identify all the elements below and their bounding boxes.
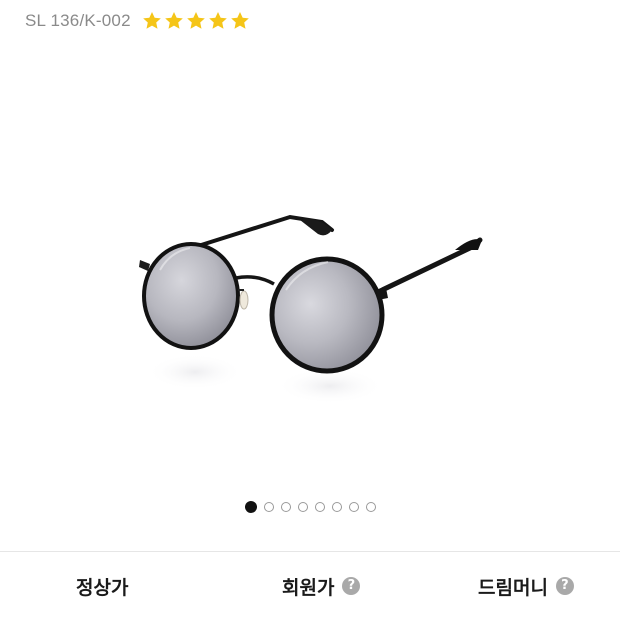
star-icon (207, 10, 229, 32)
help-icon[interactable]: ? (342, 577, 361, 595)
star-icon (141, 10, 163, 32)
pager-dot-1[interactable] (244, 501, 257, 513)
pager-dot-8[interactable] (365, 502, 376, 512)
pager-dot-3[interactable] (280, 502, 291, 512)
pager-dot-5[interactable] (314, 502, 325, 512)
member-price-label: 회원가 (282, 576, 335, 599)
pager-dot-2[interactable] (263, 502, 274, 512)
pager-dot-6[interactable] (331, 502, 342, 512)
regular-price-label: 정상가 (76, 576, 129, 599)
dreammoney-label: 드림머니 (478, 576, 548, 599)
rating-stars (141, 10, 251, 32)
star-icon (229, 10, 251, 32)
model-code: SL 136/K-002 (25, 11, 131, 30)
product-image[interactable] (0, 150, 620, 430)
image-pager (0, 500, 620, 514)
pager-dot-7[interactable] (348, 502, 359, 512)
regular-price-column: 정상가 (76, 552, 128, 620)
price-labels-row: 정상가 회원가 ? 드림머니 ? (0, 552, 620, 620)
star-icon (163, 10, 185, 32)
product-header: SL 136/K-002 (25, 6, 251, 36)
dreammoney-column: 드림머니 ? (478, 552, 574, 620)
pager-dot-4[interactable] (297, 502, 308, 512)
star-icon (185, 10, 207, 32)
help-icon[interactable]: ? (555, 577, 574, 595)
member-price-column: 회원가 ? (282, 552, 361, 620)
